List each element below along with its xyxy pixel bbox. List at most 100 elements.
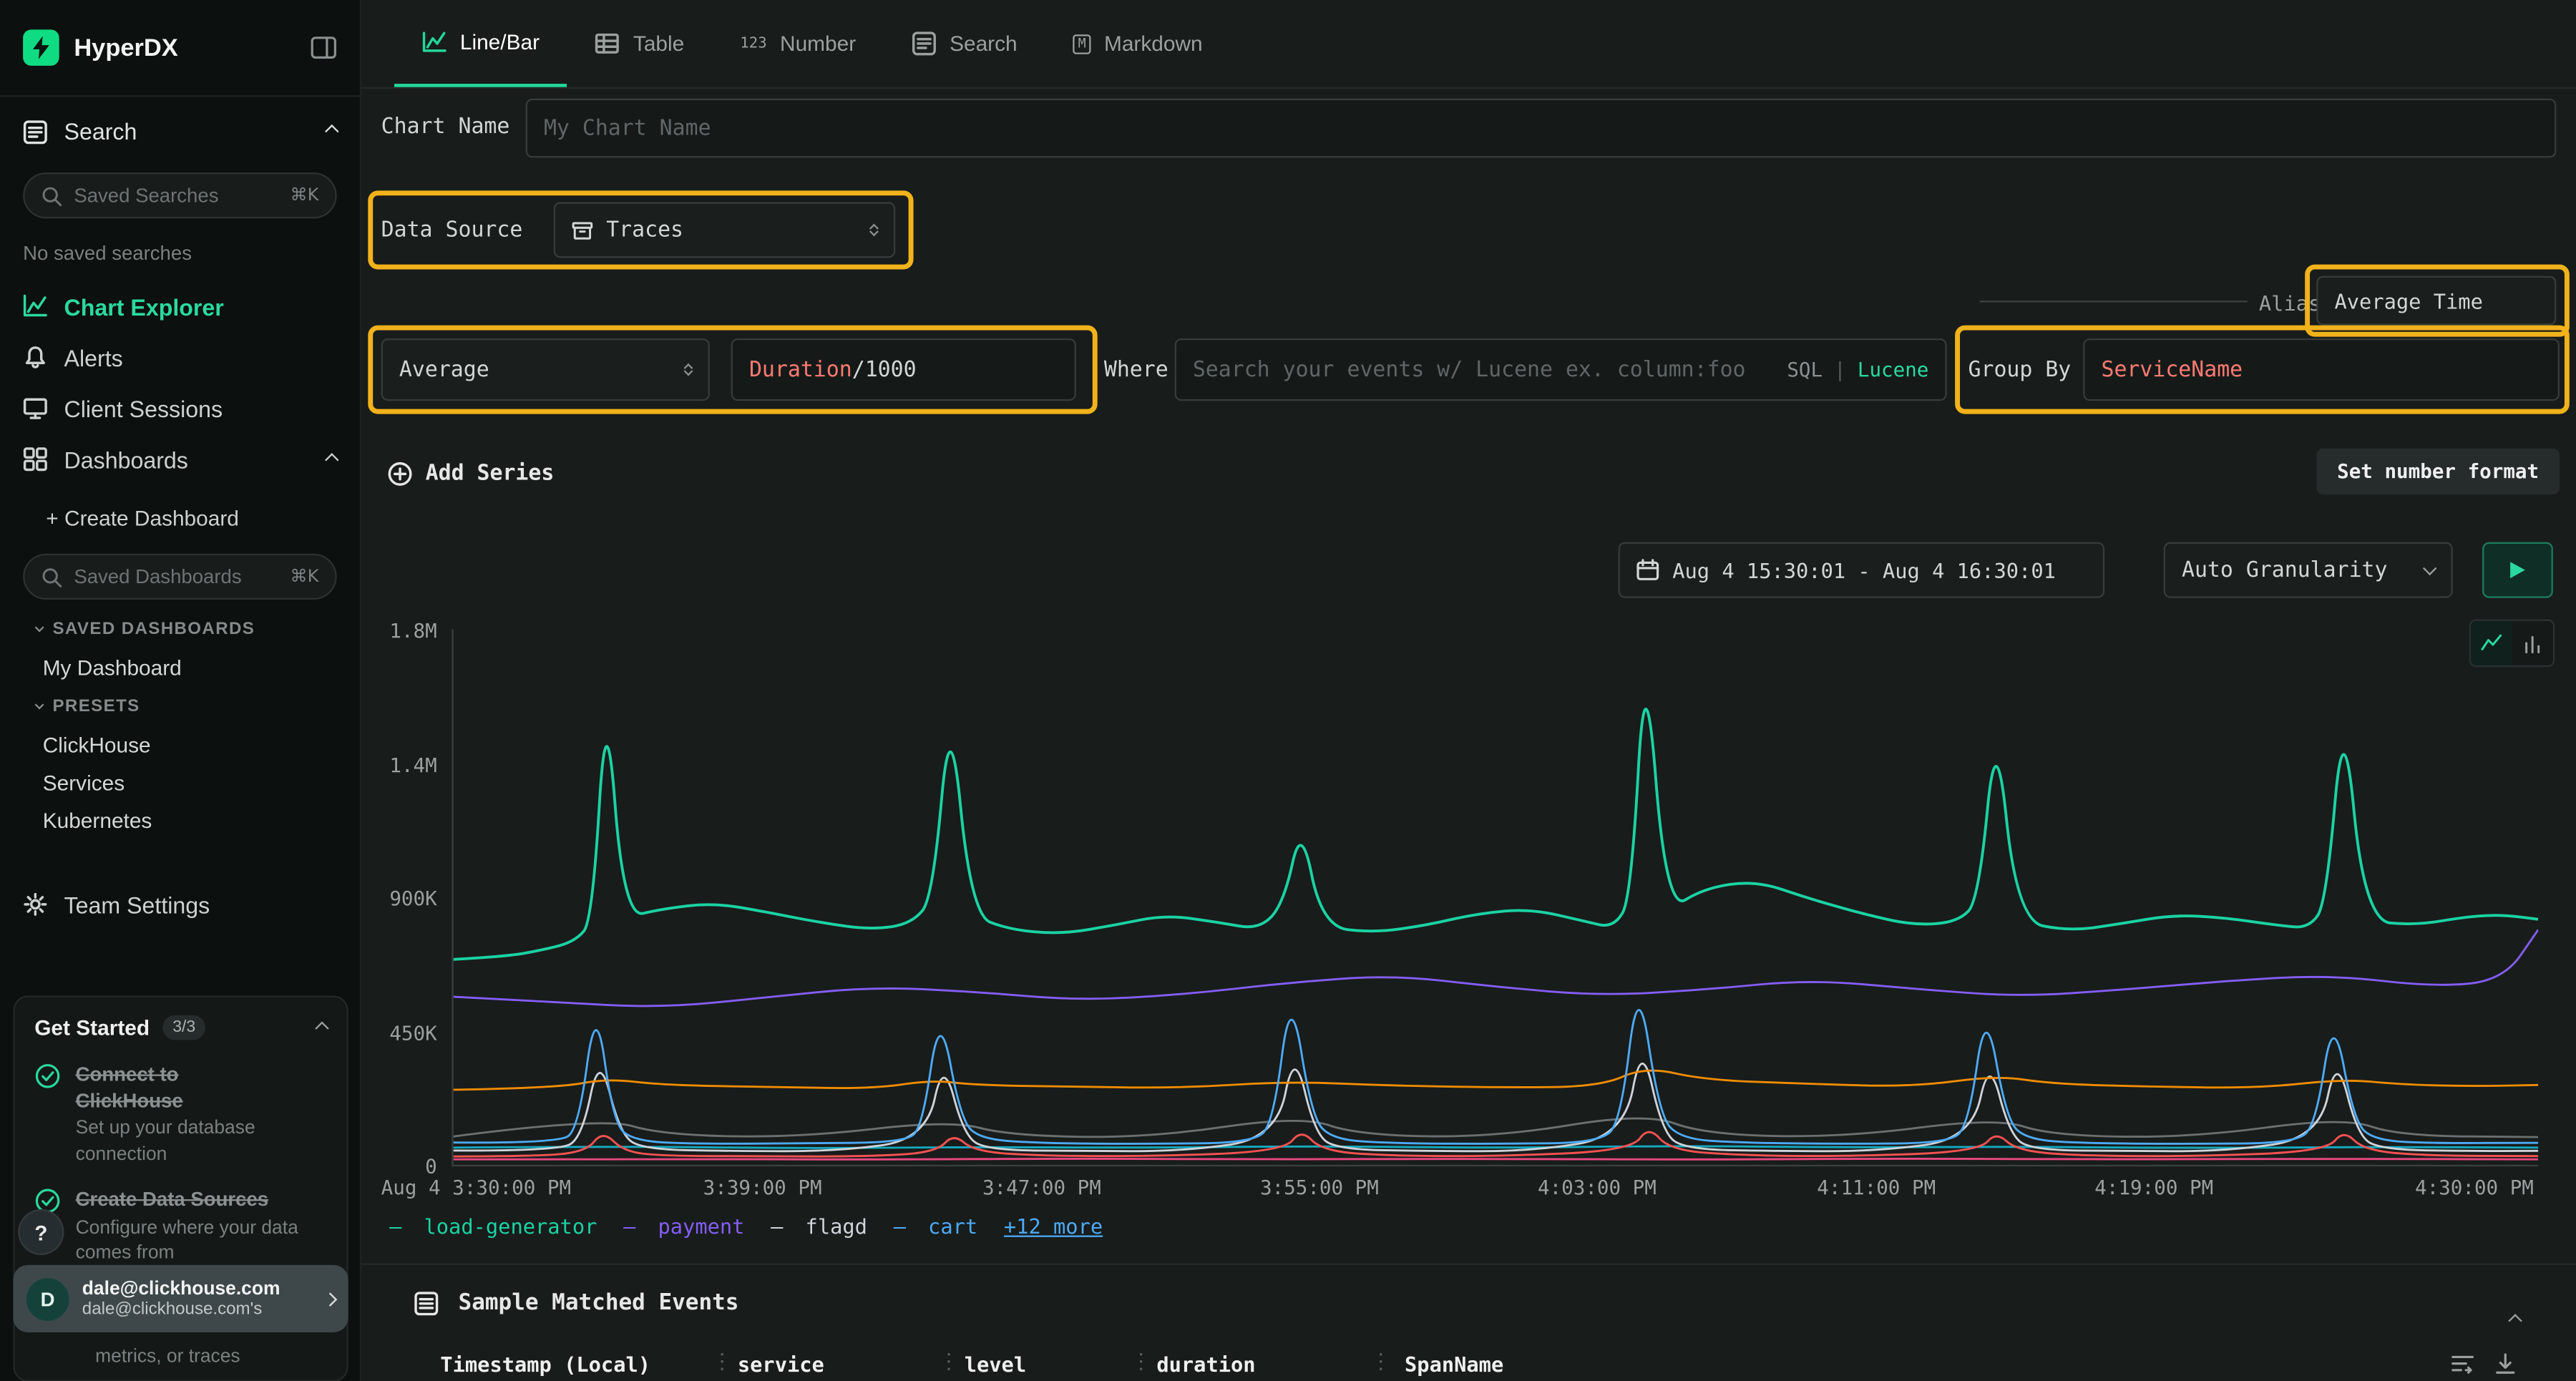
bell-icon — [23, 345, 47, 369]
tab-line-bar[interactable]: Line/Bar — [394, 0, 567, 87]
tab-search[interactable]: Search — [884, 0, 1045, 87]
aggregation-field-input[interactable]: Duration/1000 — [731, 338, 1076, 401]
shortcut-badge: ⌘K — [290, 185, 318, 205]
sidebar-item-chart-explorer[interactable]: Chart Explorer — [0, 281, 360, 332]
chevron-up-icon[interactable] — [325, 452, 338, 466]
sql-mode-toggle[interactable]: SQL — [1787, 358, 1823, 381]
x-axis-tick: 3:47:00 PM — [982, 1176, 1101, 1199]
table-icon — [595, 31, 620, 56]
search-list-icon — [912, 31, 936, 56]
wrap-lines-icon[interactable] — [2451, 1352, 2474, 1375]
column-resize-handle[interactable]: ⋮ — [938, 1350, 960, 1375]
column-header-spanname[interactable]: SpanName — [1405, 1352, 1503, 1377]
lucene-mode-toggle[interactable]: Lucene — [1858, 358, 1929, 381]
sample-events-title: Sample Matched Events — [459, 1289, 739, 1316]
line-chart-icon — [422, 29, 447, 54]
alias-field[interactable] — [2335, 288, 2539, 313]
column-resize-handle[interactable]: ⋮ — [1370, 1350, 1392, 1375]
saved-dashboards-field[interactable] — [74, 565, 278, 588]
sample-events-header[interactable]: Sample Matched Events — [414, 1289, 739, 1316]
column-header-service[interactable]: service — [738, 1352, 824, 1377]
get-started-item-desc: Set up your database connection — [76, 1118, 303, 1168]
column-header-timestamp[interactable]: Timestamp (Local) — [440, 1352, 650, 1377]
get-started-progress-badge: 3/3 — [162, 1015, 205, 1040]
archive-icon — [572, 220, 593, 241]
alias-input[interactable] — [2316, 276, 2556, 326]
data-source-select[interactable]: Traces — [554, 202, 896, 258]
sidebar-item-preset-services[interactable]: Services — [0, 764, 360, 802]
sidebar-item-team-settings[interactable]: Team Settings — [0, 879, 360, 929]
chevron-right-icon — [323, 1292, 337, 1305]
preset-name: ClickHouse — [43, 733, 151, 757]
tab-number[interactable]: 123 Number — [712, 0, 884, 87]
sidebar-item-my-dashboard[interactable]: My Dashboard — [0, 649, 360, 687]
sidebar-collapse-icon[interactable] — [311, 36, 337, 59]
presets-group[interactable]: PRESETS — [0, 687, 360, 726]
group-by-input[interactable]: ServiceName — [2083, 338, 2560, 401]
aggregation-select[interactable]: Average — [381, 338, 710, 401]
chart-name-field[interactable] — [544, 116, 2538, 140]
sidebar-item-alerts[interactable]: Alerts — [0, 332, 360, 383]
legend-item-cart[interactable]: — cart — [894, 1214, 977, 1239]
button-label: Set number format — [2337, 460, 2539, 483]
download-icon[interactable] — [2494, 1352, 2517, 1375]
no-saved-searches-text: No saved searches — [0, 228, 360, 280]
x-axis-tick: 4:03:00 PM — [1538, 1176, 1657, 1199]
date-range-picker[interactable]: Aug 4 15:30:01 - Aug 4 16:30:01 — [1618, 542, 2104, 598]
x-axis-tick: 3:55:00 PM — [1260, 1176, 1379, 1199]
saved-dashboards-group[interactable]: SAVED DASHBOARDS — [0, 610, 360, 649]
user-menu[interactable]: D dale@clickhouse.com dale@clickhouse.co… — [13, 1265, 348, 1332]
granularity-select[interactable]: Auto Granularity — [2164, 542, 2453, 598]
alias-label: Alias — [2259, 291, 2321, 315]
timeseries-chart[interactable] — [452, 629, 2538, 1166]
chevron-up-icon[interactable] — [315, 1020, 328, 1034]
saved-searches-field[interactable] — [74, 184, 278, 207]
legend-more-link[interactable]: +12 more — [1004, 1214, 1103, 1239]
tab-markdown[interactable]: M Markdown — [1045, 0, 1231, 87]
sidebar-item-client-sessions[interactable]: Client Sessions — [0, 383, 360, 434]
help-button[interactable]: ? — [20, 1211, 63, 1254]
get-started-item-title: Create Data Sources — [76, 1187, 286, 1214]
number-123-icon: 123 — [740, 35, 766, 52]
chevron-down-icon — [35, 699, 44, 708]
column-resize-handle[interactable]: ⋮ — [1131, 1350, 1152, 1375]
user-email: dale@clickhouse.com — [82, 1279, 312, 1299]
set-number-format-button[interactable]: Set number format — [2316, 449, 2560, 494]
granularity-value: Auto Granularity — [2182, 557, 2388, 582]
column-header-duration[interactable]: duration — [1156, 1352, 1255, 1377]
get-started-item[interactable]: Create Data Sources Configure where your… — [15, 1176, 347, 1274]
sidebar-item-preset-clickhouse[interactable]: ClickHouse — [0, 726, 360, 764]
chevron-down-icon — [35, 622, 44, 631]
app-root: HyperDX Search ⌘K No saved searches Char… — [0, 0, 2576, 1381]
where-label: Where — [1104, 358, 1169, 383]
tab-table[interactable]: Table — [567, 0, 712, 87]
aggregation-value: Average — [399, 357, 489, 381]
chart-name-input[interactable] — [526, 99, 2557, 158]
legend-item-load-generator[interactable]: — load-generator — [389, 1214, 597, 1239]
x-axis-tick: 4:19:00 PM — [2094, 1176, 2213, 1199]
saved-searches-input[interactable]: ⌘K — [23, 172, 337, 218]
sidebar-item-preset-kubernetes[interactable]: Kubernetes — [0, 801, 360, 839]
sidebar-item-create-dashboard[interactable]: + Create Dashboard — [0, 494, 360, 540]
legend-item-payment[interactable]: — payment — [623, 1214, 744, 1239]
check-circle-icon — [34, 1063, 61, 1168]
chevron-up-icon[interactable] — [325, 125, 338, 138]
saved-dashboards-input[interactable]: ⌘K — [23, 554, 337, 600]
run-query-button[interactable] — [2482, 542, 2553, 598]
sidebar-item-dashboards[interactable]: Dashboards — [0, 434, 360, 484]
get-started-item[interactable]: Connect to ClickHouse Set up your databa… — [15, 1050, 347, 1175]
column-resize-handle[interactable]: ⋮ — [711, 1350, 733, 1375]
group-by-value: ServiceName — [2101, 357, 2243, 381]
legend-item-flagd[interactable]: — flagd — [771, 1214, 867, 1239]
create-dashboard-label: + Create Dashboard — [46, 505, 239, 530]
where-input[interactable]: SQL | Lucene — [1175, 338, 1947, 401]
tab-label: Search — [950, 31, 1018, 56]
add-series-button[interactable]: Add Series — [388, 450, 555, 496]
sidebar-section-search[interactable]: Search — [0, 97, 360, 165]
column-header-level[interactable]: level — [965, 1352, 1026, 1377]
search-icon — [41, 566, 62, 587]
where-field[interactable] — [1193, 357, 1774, 381]
help-label: ? — [34, 1220, 47, 1244]
collapse-section-button[interactable] — [2510, 1304, 2520, 1334]
sidebar: HyperDX Search ⌘K No saved searches Char… — [0, 0, 361, 1381]
